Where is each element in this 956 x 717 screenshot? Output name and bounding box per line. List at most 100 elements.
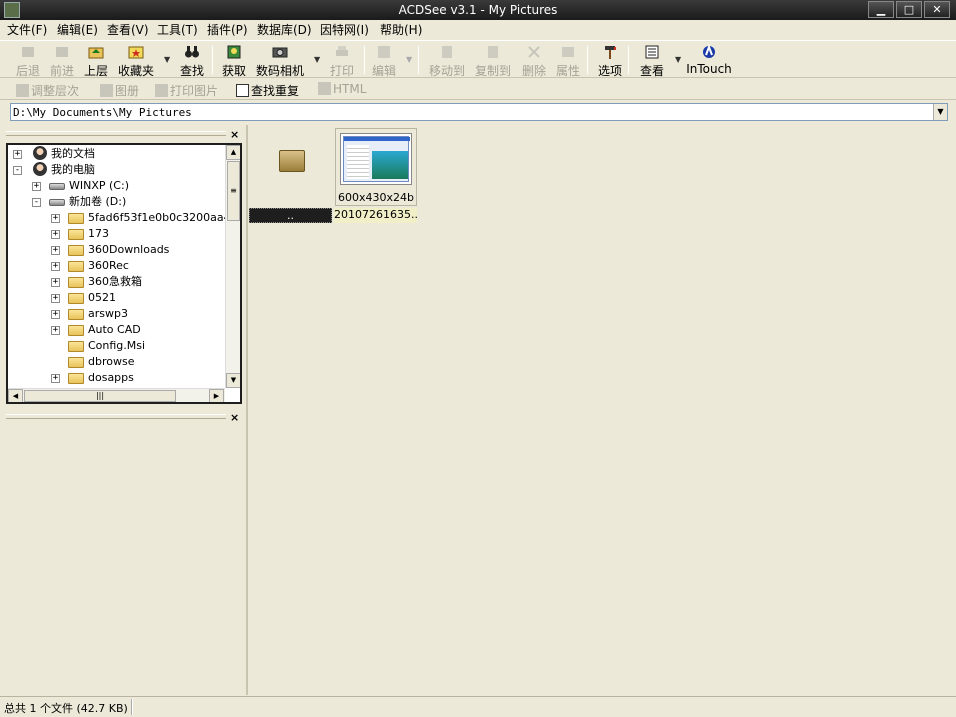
view-button[interactable]: 查看 (632, 44, 672, 78)
preview-pane (0, 424, 244, 694)
hammer-icon (605, 46, 616, 59)
menu-tools[interactable]: 工具(T) (157, 21, 198, 38)
menu-view[interactable]: 查看(V) (107, 21, 149, 38)
preview-pane-grip[interactable] (6, 414, 226, 419)
title-bar: ACDSee v3.1 - My Pictures ▁ □ ✕ (0, 0, 956, 20)
file-list[interactable]: .. 600x430x24b 20107261635... (246, 125, 956, 695)
folder-icon (68, 213, 84, 224)
folders-pane-grip[interactable] (6, 131, 226, 136)
tree-vertical-scrollbar[interactable]: ▲ ≡ ▼ (225, 145, 240, 388)
expand-icon[interactable]: + (51, 278, 60, 287)
preview-pane-close-icon[interactable]: × (230, 411, 239, 424)
binoculars-icon (185, 46, 199, 58)
tree-horizontal-scrollbar[interactable]: ◀ ||| ▶ (8, 388, 225, 402)
properties-button[interactable]: 属性 (548, 44, 588, 78)
album-button[interactable]: 图册 (100, 82, 139, 98)
camera-button[interactable]: 数码相机 (254, 44, 306, 78)
edit-dropdown-arrow[interactable]: ▼ (406, 55, 412, 64)
folder-icon (68, 293, 84, 304)
menu-database[interactable]: 数据库(D) (257, 21, 312, 38)
favorites-button[interactable]: 收藏夹 (116, 44, 156, 78)
scroll-down-arrow-icon[interactable]: ▼ (226, 373, 240, 388)
up-button[interactable]: 上层 (76, 44, 116, 78)
menu-bar: 文件(F) 编辑(E) 查看(V) 工具(T) 插件(P) 数据库(D) 因特网… (0, 20, 956, 38)
expand-icon[interactable]: + (51, 262, 60, 271)
menu-help[interactable]: 帮助(H) (380, 21, 422, 38)
favorites-dropdown-arrow[interactable]: ▼ (164, 55, 170, 64)
folder-icon (68, 229, 84, 240)
secondary-toolbar: 调整层次 图册 打印图片 查找重复 HTML (0, 79, 956, 100)
scrollbar-thumb[interactable]: ||| (24, 390, 176, 402)
folder-tree: + 我的文档 - 我的电脑 + WINXP (C:) - 新加卷 (D:) + … (6, 143, 242, 404)
collapse-icon[interactable]: - (13, 166, 22, 175)
user-avatar-icon (33, 146, 47, 160)
image-caption[interactable]: 20107261635... (334, 208, 417, 223)
find-button[interactable]: 查找 (172, 44, 212, 78)
close-button[interactable]: ✕ (924, 1, 950, 18)
expand-icon[interactable]: + (51, 214, 60, 223)
find-duplicates-button[interactable]: 查找重复 (236, 82, 299, 98)
move-to-icon (442, 46, 452, 58)
menu-edit[interactable]: 编辑(E) (57, 21, 98, 38)
parent-folder-caption[interactable]: .. (249, 208, 332, 223)
folder-icon (68, 357, 84, 368)
toolbar-separator (418, 46, 419, 74)
printer-icon (336, 46, 348, 56)
menu-internet[interactable]: 因特网(I) (320, 21, 369, 38)
window-title: ACDSee v3.1 - My Pictures (398, 3, 558, 17)
address-dropdown-arrow[interactable]: ▼ (933, 104, 947, 120)
expand-icon[interactable]: + (13, 150, 22, 159)
copy-to-icon (488, 46, 498, 58)
view-dropdown-arrow[interactable]: ▼ (675, 55, 681, 64)
image-thumbnail[interactable]: 600x430x24b (335, 128, 417, 206)
parent-folder-thumbnail[interactable] (250, 128, 332, 206)
expand-icon[interactable]: + (51, 326, 60, 335)
folder-icon (279, 150, 305, 172)
scrollbar-thumb[interactable]: ≡ (227, 161, 240, 221)
toolbar-separator (587, 46, 588, 74)
expand-icon[interactable]: + (51, 310, 60, 319)
toolbar-separator (212, 46, 213, 74)
expand-icon[interactable]: + (51, 294, 60, 303)
menu-plugins[interactable]: 插件(P) (207, 21, 248, 38)
expand-icon[interactable]: + (32, 182, 41, 191)
print-image-icon (155, 84, 168, 97)
expand-icon[interactable]: + (51, 230, 60, 239)
properties-icon (562, 47, 574, 57)
expand-icon[interactable]: + (51, 374, 60, 383)
toolbar-separator (628, 46, 629, 74)
edit-button[interactable]: 编辑 (364, 44, 404, 78)
options-button[interactable]: 选项 (590, 44, 630, 78)
scroll-left-arrow-icon[interactable]: ◀ (8, 389, 23, 402)
copy-to-button[interactable]: 复制到 (473, 44, 513, 78)
status-divider (131, 699, 133, 715)
status-text: 总共 1 个文件 (42.7 KB) (4, 702, 128, 715)
print-button[interactable]: 打印 (322, 44, 362, 78)
folders-pane-close-icon[interactable]: × (230, 128, 239, 141)
computer-user-icon (33, 162, 47, 176)
scroll-right-arrow-icon[interactable]: ▶ (209, 389, 224, 402)
collapse-icon[interactable]: - (32, 198, 41, 207)
print-image-button[interactable]: 打印图片 (155, 82, 218, 98)
address-input[interactable]: D:\My Documents\My Pictures (10, 103, 948, 121)
folder-icon (68, 277, 84, 288)
acquire-button[interactable]: 获取 (214, 44, 254, 78)
camera-icon (272, 47, 288, 58)
intouch-button[interactable]: InTouch (686, 44, 732, 78)
menu-file[interactable]: 文件(F) (7, 21, 47, 38)
maximize-button[interactable]: □ (896, 1, 922, 18)
html-button[interactable]: HTML (318, 82, 366, 98)
camera-dropdown-arrow[interactable]: ▼ (314, 55, 320, 64)
scroll-up-arrow-icon[interactable]: ▲ (226, 145, 240, 160)
expand-icon[interactable]: + (51, 246, 60, 255)
folder-icon (68, 245, 84, 256)
adjust-layers-button[interactable]: 调整层次 (16, 82, 79, 98)
find-duplicates-icon (236, 84, 249, 97)
album-icon (100, 84, 113, 97)
folder-icon (68, 309, 84, 320)
html-icon (318, 82, 331, 95)
move-to-button[interactable]: 移动到 (427, 44, 467, 78)
view-list-icon (645, 45, 659, 59)
minimize-button[interactable]: ▁ (868, 1, 894, 18)
adjust-layers-icon (16, 84, 29, 97)
